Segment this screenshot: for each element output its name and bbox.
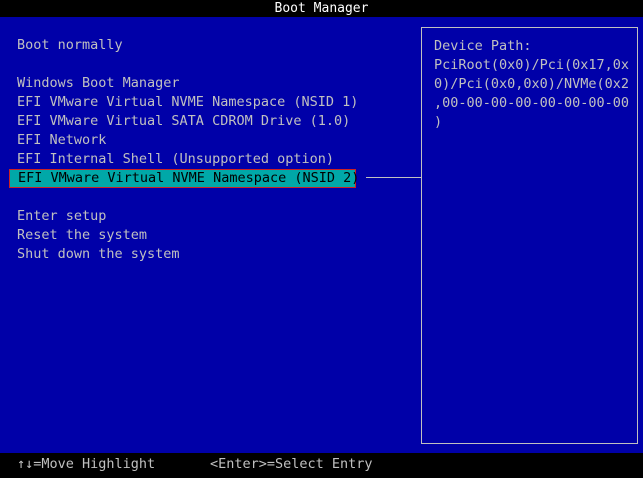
window-title: Boot Manager [274, 1, 369, 16]
device-path-panel: Device Path: PciRoot(0x0)/Pci(0x17,0x 0)… [421, 27, 638, 444]
enter-setup-option[interactable]: Enter setup [17, 207, 106, 226]
select-entry-hint: <Enter>=Select Entry [210, 456, 373, 472]
device-path-line-4: ) [434, 114, 443, 130]
device-path-line-1: PciRoot(0x0)/Pci(0x17,0x [434, 57, 630, 73]
title-bar: Boot Manager [0, 0, 643, 17]
boot-option-nvme-nsid-1[interactable]: EFI VMware Virtual NVME Namespace (NSID … [17, 93, 358, 112]
boot-option-efi-network[interactable]: EFI Network [17, 131, 106, 150]
selection-connector-line [366, 177, 422, 178]
reset-system-option[interactable]: Reset the system [17, 226, 147, 245]
boot-normally-option[interactable]: Boot normally [17, 36, 123, 55]
device-path-line-2: 0)/Pci(0x0,0x0)/NVMe(0x2 [434, 76, 630, 92]
move-highlight-hint: ↑↓=Move Highlight [17, 456, 156, 472]
boot-option-windows-boot-manager[interactable]: Windows Boot Manager [17, 74, 180, 93]
boot-option-nvme-nsid-2-selected[interactable]: EFI VMware Virtual NVME Namespace (NSID … [9, 169, 359, 188]
main-area: Boot normally Windows Boot Manager EFI V… [0, 17, 643, 453]
footer-hint-bar: ↑↓=Move Highlight <Enter>=Select Entry [0, 453, 643, 478]
boot-manager-screen: Boot Manager Boot normally Windows Boot … [0, 0, 643, 478]
device-path-line-3: ,00-00-00-00-00-00-00-00 [434, 95, 630, 111]
device-path-label: Device Path: [434, 38, 532, 54]
shut-down-option[interactable]: Shut down the system [17, 245, 180, 264]
boot-option-sata-cdrom[interactable]: EFI VMware Virtual SATA CDROM Drive (1.0… [17, 112, 350, 131]
boot-option-efi-internal-shell[interactable]: EFI Internal Shell (Unsupported option) [17, 150, 334, 169]
